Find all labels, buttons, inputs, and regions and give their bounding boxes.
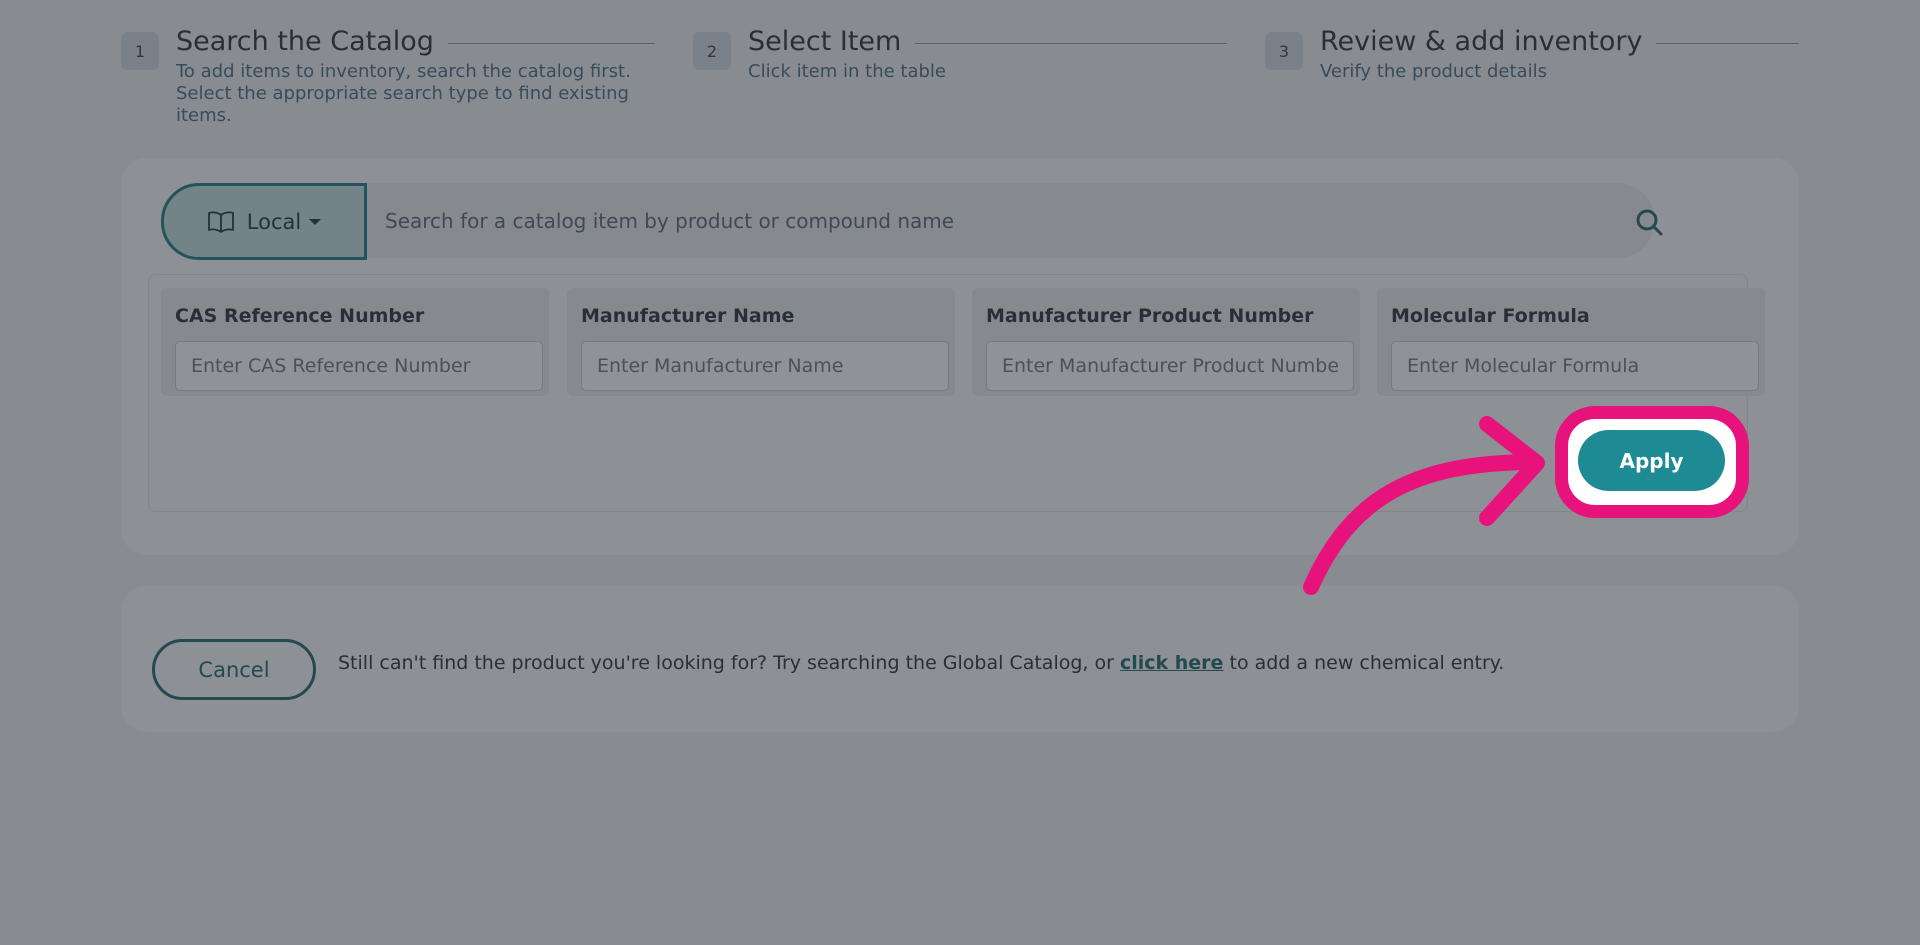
add-chemical-link[interactable]: click here (1120, 652, 1223, 674)
footer-card: Cancel Still can't find the product you'… (121, 586, 1799, 732)
step-number: 2 (693, 32, 731, 70)
step-divider (915, 43, 1227, 44)
molecular-formula-input[interactable] (1391, 341, 1759, 391)
step-number: 1 (121, 32, 159, 70)
step-divider (1656, 43, 1799, 44)
filter-label: Manufacturer Product Number (986, 305, 1314, 327)
step-description: To add items to inventory, search the ca… (176, 61, 631, 126)
catalog-search-card: Local CAS Reference Number Manufacturer … (121, 158, 1799, 555)
apply-button[interactable]: Apply (1578, 430, 1725, 491)
advanced-filters: CAS Reference Number Manufacturer Name M… (148, 274, 1765, 512)
step-title: Search the Catalog (176, 26, 434, 57)
manufacturer-product-number-input[interactable] (986, 341, 1354, 391)
step-description: Verify the product details (1320, 61, 1547, 82)
filter-manufacturer-product-number: Manufacturer Product Number (972, 288, 1360, 396)
filter-molecular-formula: Molecular Formula (1377, 288, 1765, 396)
book-icon (207, 211, 234, 233)
step-review-add: 3 Review & add inventory Verify the prod… (1265, 26, 1799, 127)
stepper: 1 Search the Catalog To add items to inv… (121, 26, 1799, 127)
filter-label: Molecular Formula (1391, 305, 1590, 327)
step-search-catalog: 1 Search the Catalog To add items to inv… (121, 26, 655, 127)
cas-number-input[interactable] (175, 341, 543, 391)
filter-label: Manufacturer Name (581, 305, 795, 327)
help-message: Still can't find the product you're look… (338, 652, 1504, 674)
step-title: Review & add inventory (1320, 26, 1643, 57)
step-select-item: 2 Select Item Click item in the table (693, 26, 1227, 127)
manufacturer-name-input[interactable] (581, 341, 949, 391)
filter-cas-number: CAS Reference Number (161, 288, 549, 396)
cancel-button[interactable]: Cancel (152, 639, 316, 700)
filter-label: CAS Reference Number (175, 305, 425, 327)
search-icon[interactable] (1634, 207, 1664, 237)
filter-manufacturer-name: Manufacturer Name (567, 288, 955, 396)
search-scope-dropdown[interactable]: Local (161, 183, 367, 260)
help-text-suffix: to add a new chemical entry. (1223, 652, 1505, 674)
search-bar: Local (161, 183, 1663, 260)
step-number: 3 (1265, 32, 1303, 70)
step-divider (447, 43, 655, 44)
help-text-prefix: Still can't find the product you're look… (338, 652, 1120, 674)
step-description: Click item in the table (748, 61, 946, 82)
search-scope-label: Local (246, 209, 302, 234)
catalog-search-input[interactable] (385, 183, 1565, 258)
caret-down-icon (309, 218, 322, 225)
step-title: Select Item (748, 26, 902, 57)
